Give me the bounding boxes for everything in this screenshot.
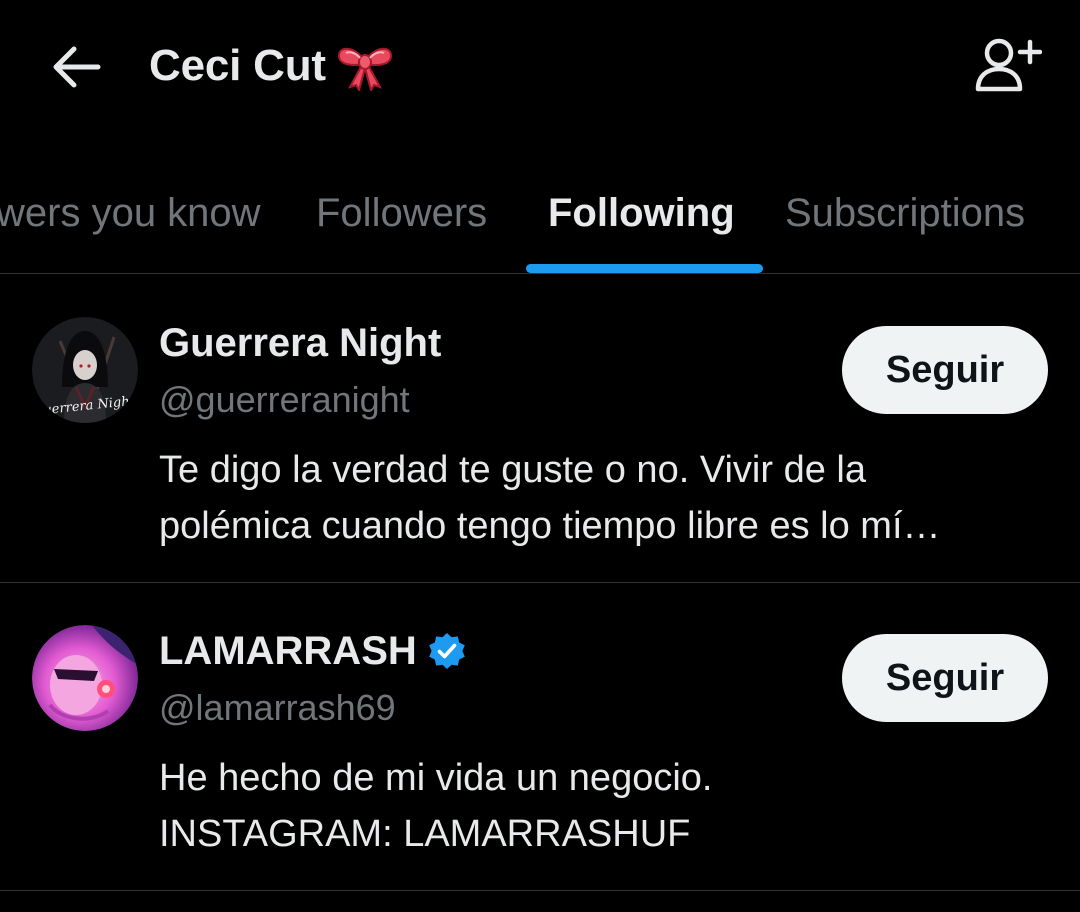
- tab-followers-you-know[interactable]: wers you know: [0, 188, 261, 238]
- tab-scroll-fade: [1020, 168, 1080, 273]
- user-name-text: LAMARRASH: [159, 629, 417, 673]
- person-plus-icon: [975, 38, 1043, 92]
- bio-line: polémica cuando tengo tiempo libre es lo…: [159, 505, 941, 547]
- avatar[interactable]: Guerrera Night: [32, 317, 138, 423]
- avatar-image: [32, 625, 138, 731]
- page-title: Ceci Cut: [149, 36, 394, 96]
- bio-line: Te digo la verdad te guste o no. Vivir d…: [159, 449, 866, 491]
- follow-button[interactable]: Seguir: [842, 326, 1048, 414]
- screen: Ceci Cut wers you know Followers Followi…: [0, 0, 1080, 912]
- verified-badge-icon: [428, 633, 465, 669]
- bio-line: INSTAGRAM: LAMARRASHUF: [159, 813, 691, 855]
- tab-bar: wers you know Followers Following Subscr…: [0, 168, 1080, 274]
- active-tab-indicator: [526, 264, 763, 273]
- page-title-text: Ceci Cut: [149, 41, 326, 90]
- follow-button[interactable]: Seguir: [842, 634, 1048, 722]
- add-user-button[interactable]: [972, 36, 1043, 94]
- user-handle: @lamarrash69: [159, 687, 396, 728]
- tab-followers[interactable]: Followers: [316, 188, 487, 238]
- user-name[interactable]: LAMARRASH: [159, 627, 467, 675]
- user-handle: @guerreranight: [159, 379, 410, 420]
- user-bio: Te digo la verdad te guste o no. Vivir d…: [159, 442, 1049, 554]
- arrow-left-icon: [53, 46, 101, 88]
- avatar[interactable]: [32, 625, 138, 731]
- user-bio: He hecho de mi vida un negocio. INSTAGRA…: [159, 750, 1049, 862]
- bio-line: He hecho de mi vida un negocio.: [159, 757, 713, 799]
- tab-subscriptions[interactable]: Subscriptions: [785, 188, 1025, 238]
- user-name[interactable]: Guerrera Night: [159, 319, 441, 367]
- back-button[interactable]: [46, 40, 106, 94]
- tab-following[interactable]: Following: [548, 188, 735, 238]
- avatar-image: Guerrera Night: [32, 317, 138, 423]
- bow-icon: [337, 47, 392, 91]
- top-app-bar: Ceci Cut: [0, 0, 1080, 130]
- list-item[interactable]: LAMARRASH @lamarrash69 Seguir He hecho d…: [0, 583, 1080, 891]
- list-item[interactable]: Guerrera Night Guerrera Night @guerreran…: [0, 275, 1080, 583]
